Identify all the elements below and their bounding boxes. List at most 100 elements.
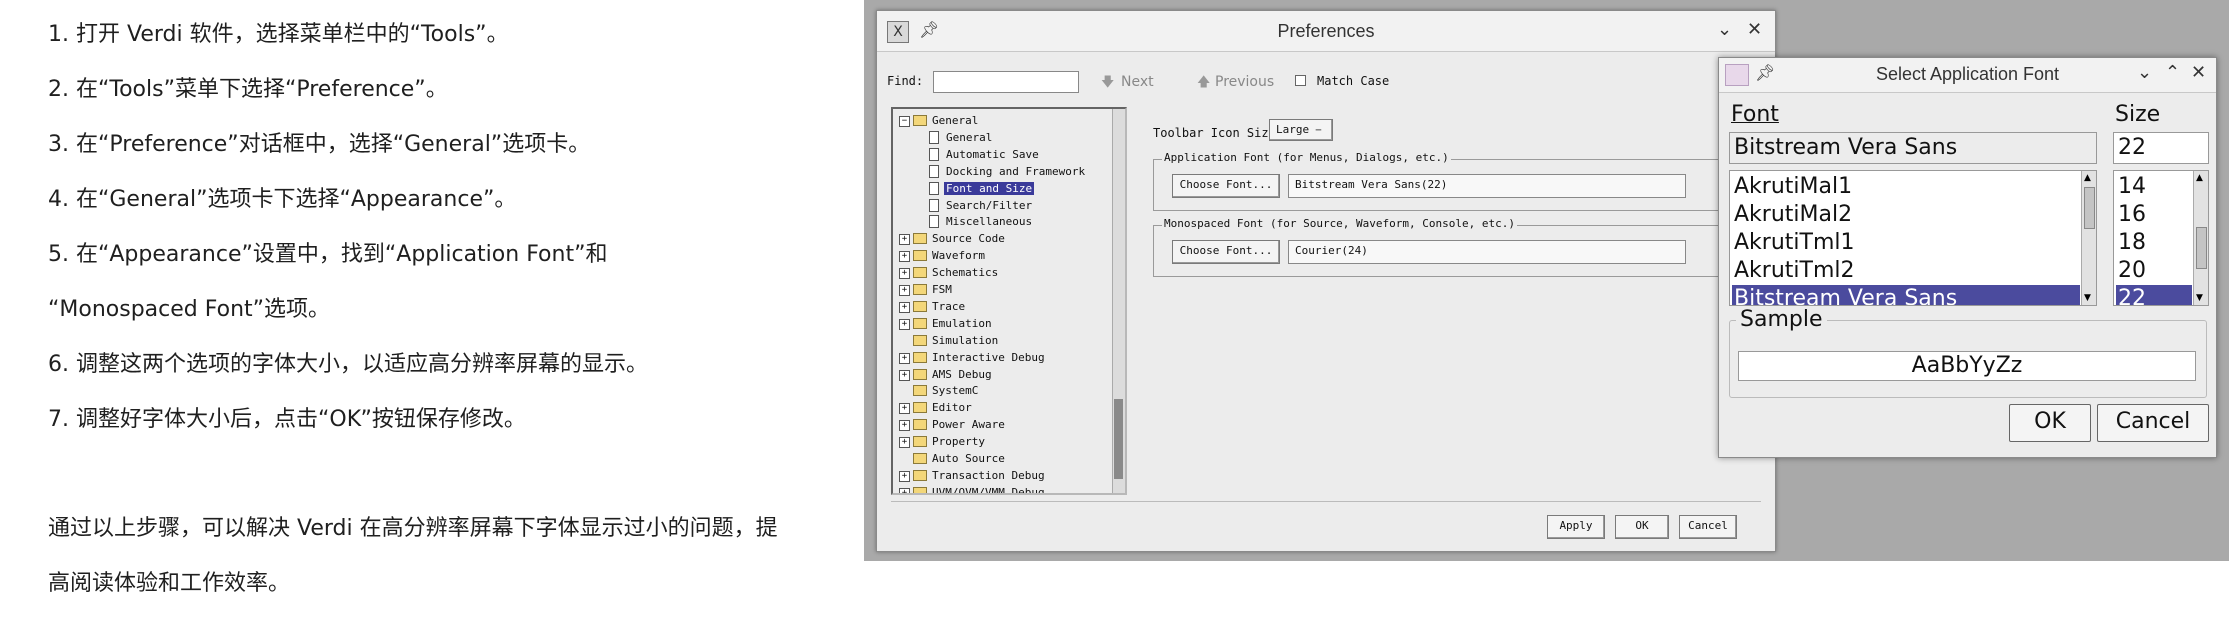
find-label: Find: — [887, 74, 924, 88]
font-list-scrollbar[interactable]: ▲ ▼ — [2081, 171, 2096, 305]
expand-icon[interactable]: + — [899, 420, 910, 432]
tree-item[interactable]: + Editor — [893, 400, 1115, 416]
tree-item-label: Property — [932, 435, 985, 449]
scroll-up-icon[interactable]: ▲ — [2084, 173, 2091, 183]
size-list-item[interactable]: 20 — [2116, 257, 2192, 285]
tree-scrollbar[interactable] — [1112, 109, 1125, 493]
tree-item[interactable]: Font and Size — [893, 181, 1115, 197]
expand-icon[interactable]: + — [899, 285, 910, 296]
match-case-checkbox[interactable] — [1295, 75, 1306, 86]
document-icon — [929, 181, 939, 195]
separator — [891, 501, 1761, 502]
up-arrow-icon[interactable]: 🡅 — [1197, 73, 1210, 95]
folder-icon — [913, 453, 927, 464]
tree-item[interactable]: + Trace — [893, 299, 1115, 315]
tree-item[interactable]: + AMS Debug — [893, 367, 1115, 383]
find-input[interactable] — [933, 71, 1079, 93]
close-icon[interactable]: ✕ — [2191, 62, 2206, 83]
folder-icon — [913, 267, 927, 279]
expand-icon[interactable]: + — [899, 301, 910, 313]
tree-item[interactable]: + Power Aware — [893, 417, 1115, 433]
monospaced-font-field[interactable]: Courier(24) — [1288, 240, 1686, 264]
document-icon — [929, 164, 939, 178]
expand-icon[interactable]: + — [899, 470, 910, 482]
tree-item[interactable]: Simulation — [893, 333, 1115, 349]
step-4: 4. 在“General”选项卡下选择“Appearance”。 — [48, 187, 517, 212]
ok-button[interactable]: OK — [1615, 515, 1669, 539]
category-tree[interactable]: − General General Automatic Save Docking and… — [891, 107, 1127, 495]
scroll-up-icon[interactable]: ▲ — [2196, 173, 2203, 183]
apply-button[interactable]: Apply — [1547, 515, 1605, 539]
toolbar-icon-size-select[interactable]: Large ─ — [1269, 119, 1333, 141]
tree-item[interactable]: Auto Source — [893, 451, 1115, 467]
collapse-icon[interactable]: − — [899, 116, 910, 127]
previous-button[interactable]: Previous — [1215, 74, 1274, 90]
tree-item[interactable]: + Waveform — [893, 248, 1115, 264]
minimize-chevron-icon[interactable]: ⌄ — [2137, 62, 2152, 83]
expand-icon[interactable]: + — [899, 251, 910, 263]
tree-item[interactable]: + Property — [893, 434, 1115, 450]
font-list-item[interactable]: AkrutiTml2 — [1732, 257, 2080, 285]
tree-item[interactable]: − General — [893, 113, 1115, 129]
tree-item[interactable]: Search/Filter — [893, 198, 1115, 214]
size-list-scrollbar[interactable]: ▲ ▼ — [2193, 171, 2208, 305]
expand-icon[interactable]: + — [899, 352, 910, 364]
size-list-item[interactable]: 14 — [2116, 173, 2192, 201]
size-list-item[interactable]: 16 — [2116, 201, 2192, 229]
tree-item[interactable]: + Source Code — [893, 231, 1115, 247]
application-font-field[interactable]: Bitstream Vera Sans(22) — [1288, 174, 1686, 198]
tree-item-label: General — [932, 114, 979, 127]
font-ok-button[interactable]: OK — [2009, 404, 2091, 442]
tree-item[interactable]: + UVM/OVM/VMM Debug — [893, 485, 1115, 493]
tree-item[interactable]: Docking and Framework — [893, 164, 1115, 180]
font-cancel-button[interactable]: Cancel — [2097, 404, 2209, 442]
expand-icon[interactable]: + — [899, 437, 910, 449]
close-icon[interactable]: ✕ — [1747, 19, 1762, 40]
down-arrow-icon[interactable]: 🡇 — [1101, 73, 1114, 95]
tree-item[interactable]: + Interactive Debug — [893, 350, 1115, 366]
tree-item[interactable]: SystemC — [893, 383, 1115, 399]
font-list[interactable]: AkrutiMal1 AkrutiMal2 AkrutiTml1 AkrutiTml2… — [1729, 170, 2097, 306]
tree-item[interactable]: Automatic Save — [893, 147, 1115, 163]
next-button[interactable]: Next — [1121, 74, 1154, 90]
scroll-down-icon[interactable]: ▼ — [2084, 293, 2091, 303]
expand-icon[interactable]: + — [899, 268, 910, 280]
expand-icon[interactable]: + — [899, 487, 910, 493]
size-list-item[interactable]: 18 — [2116, 229, 2192, 257]
maximize-chevron-icon[interactable]: ⌃ — [2165, 62, 2180, 83]
tree-scroll-thumb[interactable] — [1114, 399, 1123, 479]
tree-item[interactable]: + Emulation — [893, 316, 1115, 332]
font-list-item[interactable]: AkrutiMal2 — [1732, 201, 2080, 229]
expand-icon[interactable]: + — [899, 234, 910, 246]
size-list-item[interactable]: 22 — [2116, 285, 2192, 305]
folder-icon — [913, 402, 927, 414]
document-icon — [929, 130, 939, 144]
minimize-chevron-icon[interactable]: ⌄ — [1717, 19, 1732, 40]
font-list-item[interactable]: Bitstream Vera Sans — [1732, 285, 2080, 305]
cancel-button[interactable]: Cancel — [1679, 515, 1737, 539]
tree-item[interactable]: Miscellaneous — [893, 214, 1115, 230]
size-label: Size — [2115, 102, 2161, 127]
font-list-item[interactable]: AkrutiTml1 — [1732, 229, 2080, 257]
expand-icon[interactable]: + — [899, 369, 910, 381]
choose-app-font-button[interactable]: Choose Font... — [1172, 174, 1280, 198]
tree-item[interactable]: + Schematics — [893, 265, 1115, 281]
font-list-scroll-thumb[interactable] — [2084, 187, 2095, 229]
tree-item[interactable]: + FSM — [893, 282, 1115, 298]
tree-item[interactable]: General — [893, 130, 1115, 146]
tree-item[interactable]: + Transaction Debug — [893, 468, 1115, 484]
size-entry[interactable]: 22 — [2113, 132, 2209, 164]
scroll-down-icon[interactable]: ▼ — [2196, 293, 2203, 303]
preferences-titlebar[interactable]: X 📌︎ Preferences ⌄ ✕ — [877, 11, 1775, 52]
font-dialog-titlebar[interactable]: 📌︎ Select Application Font ⌄ ⌃ ✕ — [1719, 58, 2216, 93]
step-5-cont: “Monospaced Font”选项。 — [48, 297, 331, 322]
expand-icon[interactable]: + — [899, 318, 910, 330]
font-entry[interactable]: Bitstream Vera Sans — [1729, 132, 2097, 164]
folder-icon — [913, 486, 927, 493]
size-list-scroll-thumb[interactable] — [2196, 227, 2207, 269]
font-list-item[interactable]: AkrutiMal1 — [1732, 173, 2080, 201]
size-list[interactable]: 14 16 18 20 22 ▲ ▼ — [2113, 170, 2209, 306]
summary-line-1: 通过以上步骤，可以解决 Verdi 在高分辨率屏幕下字体显示过小的问题，提 — [48, 516, 778, 541]
choose-mono-font-button[interactable]: Choose Font... — [1172, 240, 1280, 264]
expand-icon[interactable]: + — [899, 403, 910, 415]
